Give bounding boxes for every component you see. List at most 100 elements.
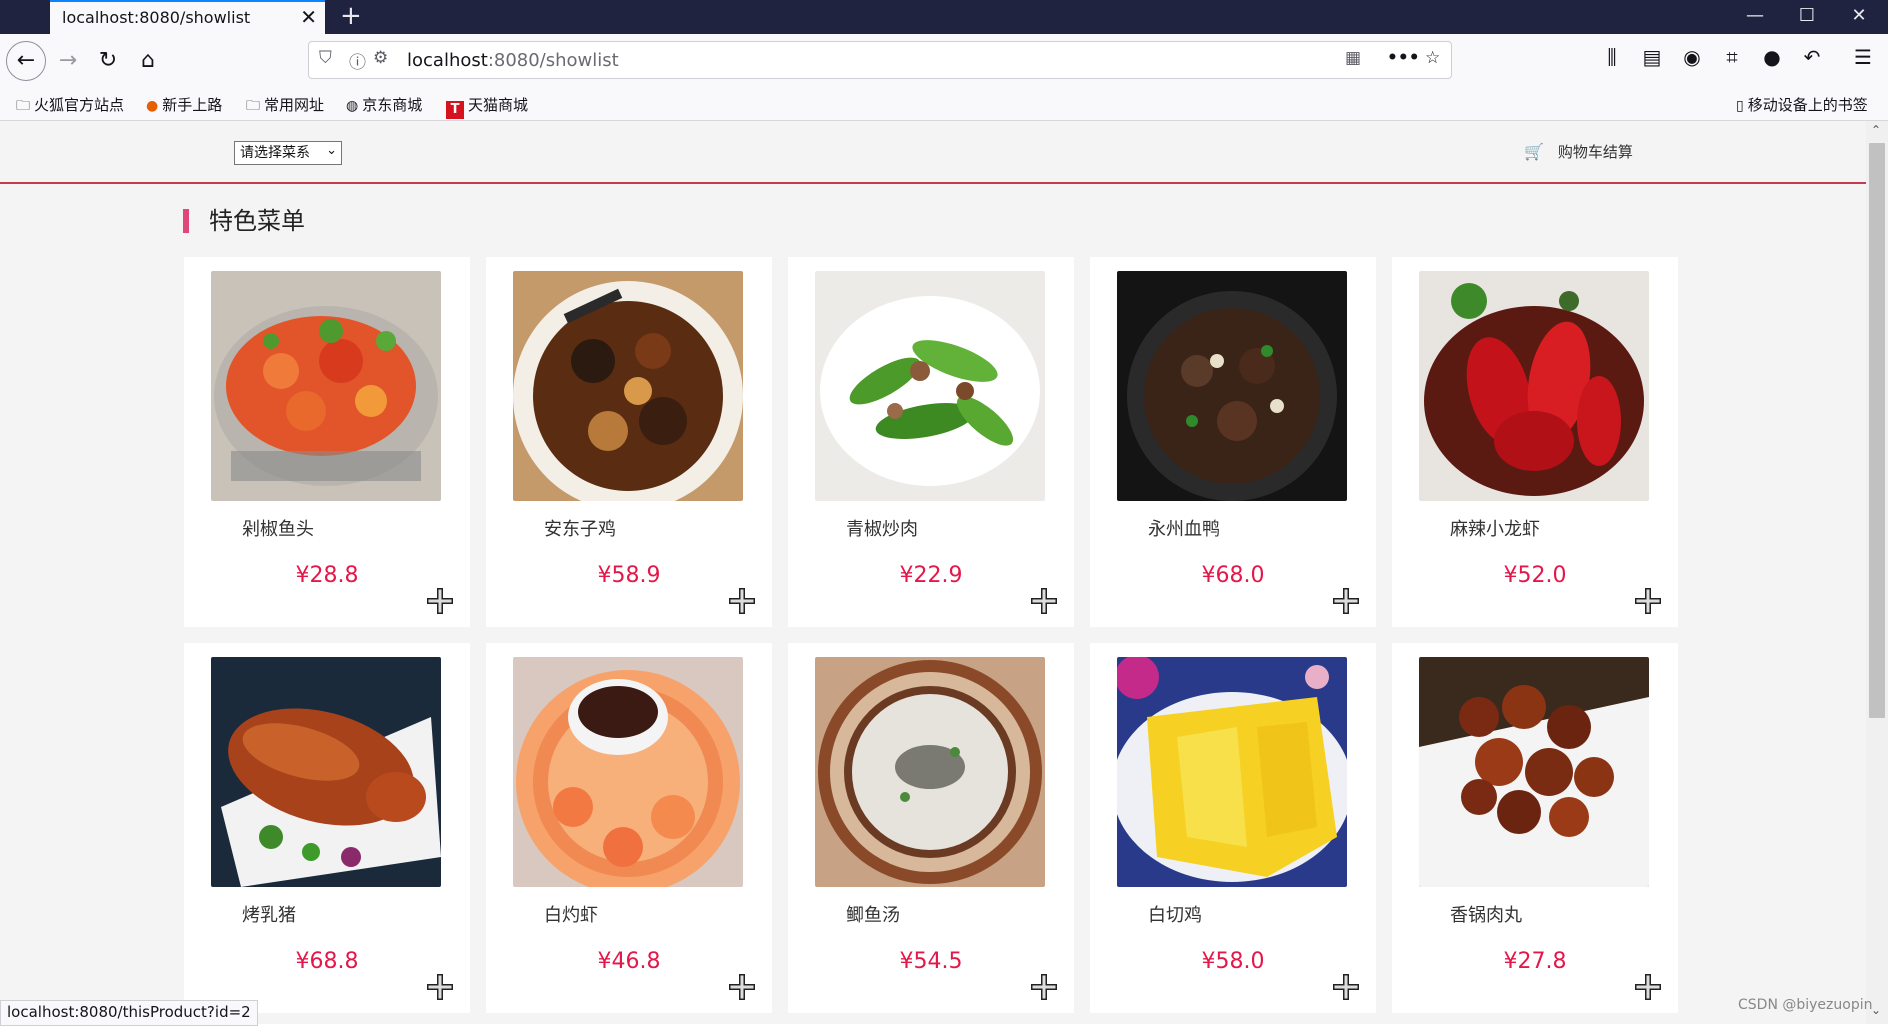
- new-tab-icon[interactable]: +: [340, 2, 362, 30]
- dish-card[interactable]: 麻辣小龙虾 ¥52.0: [1392, 257, 1678, 627]
- dish-name[interactable]: 烤乳猪: [242, 901, 296, 927]
- dish-photo[interactable]: [1419, 657, 1649, 887]
- dish-price: ¥58.9: [597, 563, 661, 588]
- browser-tab[interactable]: localhost:8080/showlist ✕: [50, 0, 325, 34]
- dish-name[interactable]: 鲫鱼汤: [846, 901, 900, 927]
- dish-name[interactable]: 安东子鸡: [544, 515, 616, 541]
- library-icon[interactable]: ⫼: [1597, 45, 1627, 69]
- folder-icon: 🗀: [16, 98, 30, 114]
- permissions-icon[interactable]: ⚙: [373, 48, 388, 68]
- home-icon[interactable]: ⌂: [130, 43, 166, 79]
- add-to-cart-icon[interactable]: [1332, 587, 1360, 615]
- category-select[interactable]: 请选择菜系 ⌄: [234, 141, 342, 165]
- bookmark-item[interactable]: ● 新手上路: [146, 94, 222, 115]
- url-path: :8080/showlist: [487, 50, 619, 71]
- dish-price: ¥58.0: [1201, 949, 1265, 974]
- dish-name[interactable]: 香锅肉丸: [1450, 901, 1522, 927]
- dish-card[interactable]: 白灼虾 ¥46.8: [486, 643, 772, 1013]
- globe-icon: ◍: [346, 98, 359, 114]
- bookmark-item[interactable]: T 天猫商城: [446, 94, 528, 119]
- folder-icon: 🗀: [246, 98, 260, 114]
- add-to-cart-icon[interactable]: [728, 587, 756, 615]
- mobile-bookmarks[interactable]: ▯ 移动设备上的书签: [1736, 94, 1868, 115]
- qr-code-icon[interactable]: ▦: [1345, 48, 1361, 68]
- status-bar-url: localhost:8080/thisProduct?id=2: [0, 1000, 258, 1026]
- add-to-cart-icon[interactable]: [1332, 973, 1360, 1001]
- site-topnav: 请选择菜系 ⌄ 🛒 购物车结算: [0, 121, 1866, 184]
- dish-photo[interactable]: [815, 657, 1045, 887]
- cart-checkout-link[interactable]: 🛒 购物车结算: [1524, 141, 1633, 162]
- dish-card[interactable]: 永州血鸭 ¥68.0: [1090, 257, 1376, 627]
- dish-name[interactable]: 剁椒鱼头: [242, 515, 314, 541]
- bookmark-star-icon[interactable]: ☆: [1425, 48, 1440, 68]
- bookmark-item[interactable]: ◍ 京东商城: [346, 94, 422, 115]
- bookmark-label: 京东商城: [362, 96, 423, 114]
- bookmark-item[interactable]: 🗀 常用网址: [246, 94, 324, 119]
- account-icon[interactable]: ◉: [1677, 45, 1707, 69]
- undo-icon[interactable]: ↶: [1797, 45, 1827, 69]
- maximize-icon[interactable]: ☐: [1780, 0, 1834, 34]
- add-to-cart-icon[interactable]: [1030, 973, 1058, 1001]
- phone-icon: ▯: [1736, 98, 1744, 114]
- bookmarks-bar: 🗀 火狐官方站点 ● 新手上路 🗀 常用网址 ◍ 京东商城 T 天猫商城 ▯ 移动设备上的书…: [0, 88, 1888, 121]
- dish-card[interactable]: 青椒炒肉 ¥22.9: [788, 257, 1074, 627]
- dish-photo[interactable]: [513, 657, 743, 887]
- dish-photo[interactable]: [211, 271, 441, 501]
- cart-link-label: 购物车结算: [1557, 143, 1633, 161]
- url-text[interactable]: localhost:8080/showlist: [407, 50, 619, 71]
- dish-name[interactable]: 青椒炒肉: [846, 515, 918, 541]
- vertical-scrollbar[interactable]: ⌃ ⌄: [1866, 121, 1888, 1024]
- scrollbar-thumb[interactable]: [1869, 143, 1885, 718]
- dish-price: ¥54.5: [899, 949, 963, 974]
- close-tab-icon[interactable]: ✕: [300, 6, 317, 28]
- dish-price: ¥46.8: [597, 949, 661, 974]
- info-icon[interactable]: ⓘ: [349, 48, 366, 73]
- scroll-down-icon[interactable]: ⌄: [1871, 1003, 1881, 1017]
- forward-arrow-icon[interactable]: →: [50, 43, 86, 79]
- close-window-icon[interactable]: ✕: [1832, 0, 1886, 34]
- dish-name[interactable]: 麻辣小龙虾: [1450, 515, 1540, 541]
- dish-name[interactable]: 永州血鸭: [1148, 515, 1220, 541]
- shield-icon[interactable]: ⛉: [319, 48, 332, 68]
- dish-card[interactable]: 白切鸡 ¥58.0: [1090, 643, 1376, 1013]
- dish-photo[interactable]: [513, 271, 743, 501]
- bookmark-item[interactable]: 🗀 火狐官方站点: [16, 94, 124, 119]
- dish-card[interactable]: 剁椒鱼头 ¥28.8: [184, 257, 470, 627]
- add-to-cart-icon[interactable]: [1030, 587, 1058, 615]
- menu-icon[interactable]: ☰: [1848, 45, 1878, 69]
- minimize-icon[interactable]: —: [1728, 0, 1782, 34]
- chat-icon[interactable]: ●: [1757, 45, 1787, 69]
- chevron-down-icon: ⌄: [326, 143, 337, 158]
- bookmark-label: 移动设备上的书签: [1747, 96, 1868, 114]
- dish-card[interactable]: 安东子鸡 ¥58.9: [486, 257, 772, 627]
- dish-photo[interactable]: [211, 657, 441, 887]
- sidebar-icon[interactable]: ▤: [1637, 45, 1667, 69]
- page-actions-icon[interactable]: •••: [1387, 48, 1420, 68]
- address-bar[interactable]: ⛉ ⓘ ⚙ localhost:8080/showlist ▦ ••• ☆: [308, 41, 1452, 79]
- dish-card[interactable]: 烤乳猪 ¥68.8: [184, 643, 470, 1013]
- reload-icon[interactable]: ↻: [90, 43, 126, 79]
- dish-photo[interactable]: [815, 271, 1045, 501]
- add-to-cart-icon[interactable]: [1634, 587, 1662, 615]
- dish-price: ¥68.0: [1201, 563, 1265, 588]
- shopping-cart-icon: 🛒: [1524, 142, 1544, 161]
- dish-price: ¥27.8: [1503, 949, 1567, 974]
- dish-name[interactable]: 白切鸡: [1148, 901, 1202, 927]
- dish-photo[interactable]: [1117, 657, 1347, 887]
- dish-name[interactable]: 白灼虾: [544, 901, 598, 927]
- back-arrow-icon[interactable]: ←: [6, 41, 46, 81]
- add-to-cart-icon[interactable]: [426, 973, 454, 1001]
- add-to-cart-icon[interactable]: [1634, 973, 1662, 1001]
- scroll-up-icon[interactable]: ⌃: [1871, 123, 1881, 137]
- add-to-cart-icon[interactable]: [426, 587, 454, 615]
- add-to-cart-icon[interactable]: [728, 973, 756, 1001]
- screenshot-icon[interactable]: ⌗: [1717, 45, 1747, 69]
- dish-card[interactable]: 香锅肉丸 ¥27.8: [1392, 643, 1678, 1013]
- tab-title: localhost:8080/showlist: [62, 8, 251, 27]
- dish-card[interactable]: 鲫鱼汤 ¥54.5: [788, 643, 1074, 1013]
- url-host: localhost: [407, 50, 488, 71]
- section-title: 特色菜单: [183, 209, 305, 233]
- bookmark-label: 新手上路: [162, 96, 223, 114]
- dish-photo[interactable]: [1117, 271, 1347, 501]
- dish-photo[interactable]: [1419, 271, 1649, 501]
